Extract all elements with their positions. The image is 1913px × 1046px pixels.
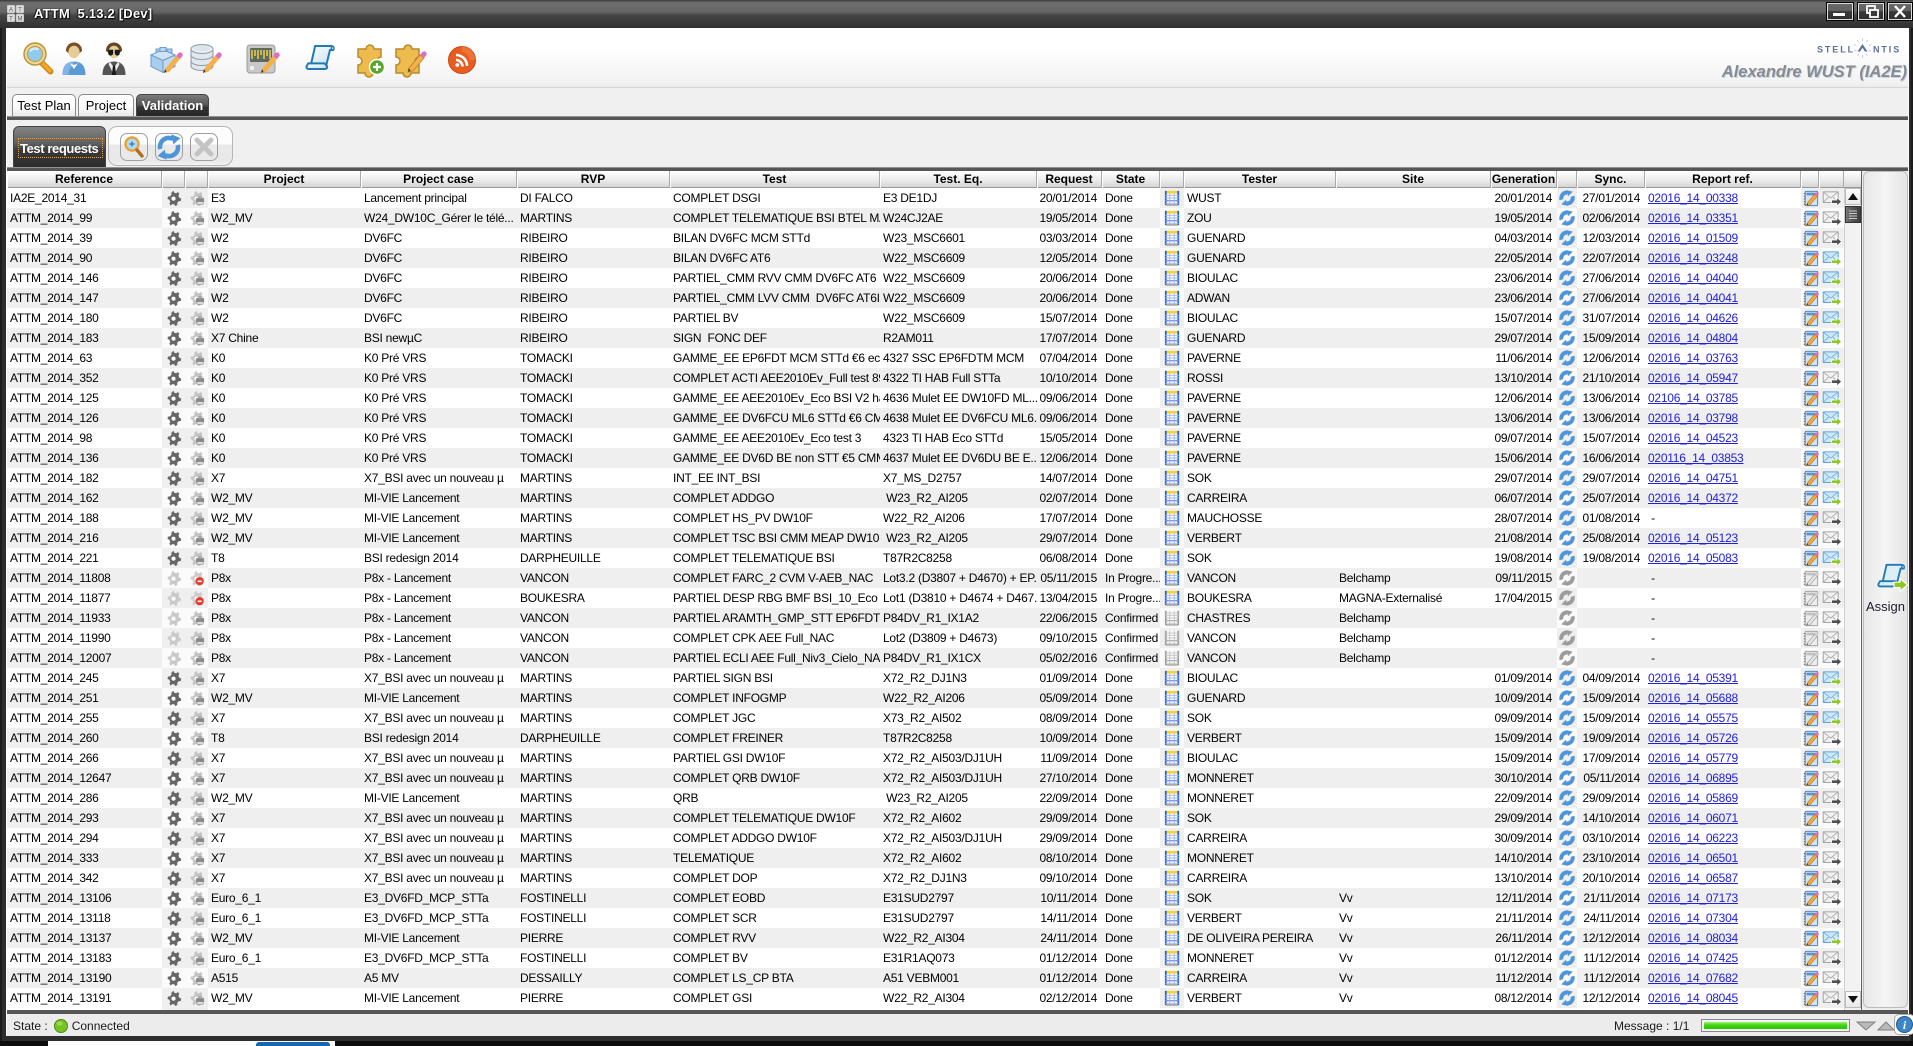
svg-text:NTIS: NTIS [1873, 45, 1901, 55]
svg-text:M: M [18, 17, 23, 23]
svg-text:A: A [9, 8, 13, 14]
svg-text:T: T [9, 17, 13, 23]
svg-text:T: T [18, 8, 22, 14]
svg-text:STELL: STELL [1817, 45, 1855, 55]
